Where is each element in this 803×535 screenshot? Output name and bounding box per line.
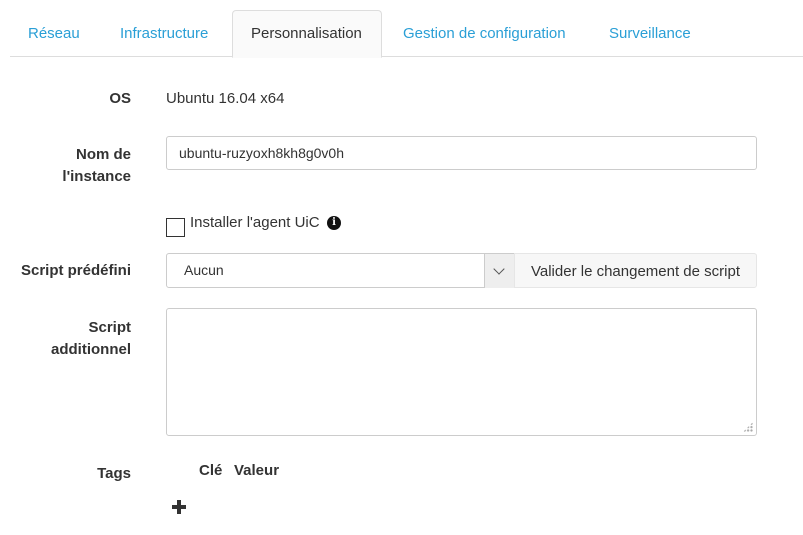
predefined-script-label: Script prédéfini (20, 262, 131, 279)
predefined-script-select[interactable]: Aucun (166, 253, 515, 288)
install-agent-checkbox[interactable] (166, 218, 185, 237)
os-label: OS (109, 90, 131, 107)
info-circle-icon[interactable]: i (327, 216, 341, 230)
tab-reseau[interactable]: Réseau (10, 10, 98, 57)
instance-name-input[interactable]: ubuntu-ruzyoxh8kh8g0v0h (166, 136, 757, 170)
tags-value-header: Valeur (234, 462, 280, 479)
install-agent-label: Installer l'agent UiC (190, 214, 320, 231)
instance-name-label-line1: Nom de (75, 146, 131, 163)
validate-script-button[interactable]: Valider le changement de script (514, 253, 757, 288)
plus-icon[interactable] (172, 500, 186, 514)
chevron-down-icon[interactable] (484, 254, 514, 288)
instance-name-label-line2: l'instance (62, 168, 131, 185)
os-value: Ubuntu 16.04 x64 (166, 90, 285, 107)
additional-script-label-line1: Script (88, 319, 131, 336)
resize-grip-icon[interactable] (743, 422, 753, 432)
additional-script-textarea[interactable] (166, 308, 757, 436)
tab-gestion-configuration[interactable]: Gestion de configuration (385, 10, 584, 57)
tab-infrastructure[interactable]: Infrastructure (102, 10, 226, 57)
additional-script-label-line2: additionnel (51, 341, 131, 358)
tab-surveillance[interactable]: Surveillance (591, 10, 709, 57)
tab-bar: Réseau Infrastructure Personnalisation G… (10, 10, 803, 58)
instance-name-label: Nom de l'instance (20, 144, 131, 188)
tab-personnalisation[interactable]: Personnalisation (232, 10, 382, 58)
predefined-script-selected: Aucun (184, 262, 224, 278)
additional-script-label: Script additionnel (20, 317, 131, 361)
tags-key-header: Clé (199, 462, 223, 479)
tags-label: Tags (97, 465, 131, 482)
